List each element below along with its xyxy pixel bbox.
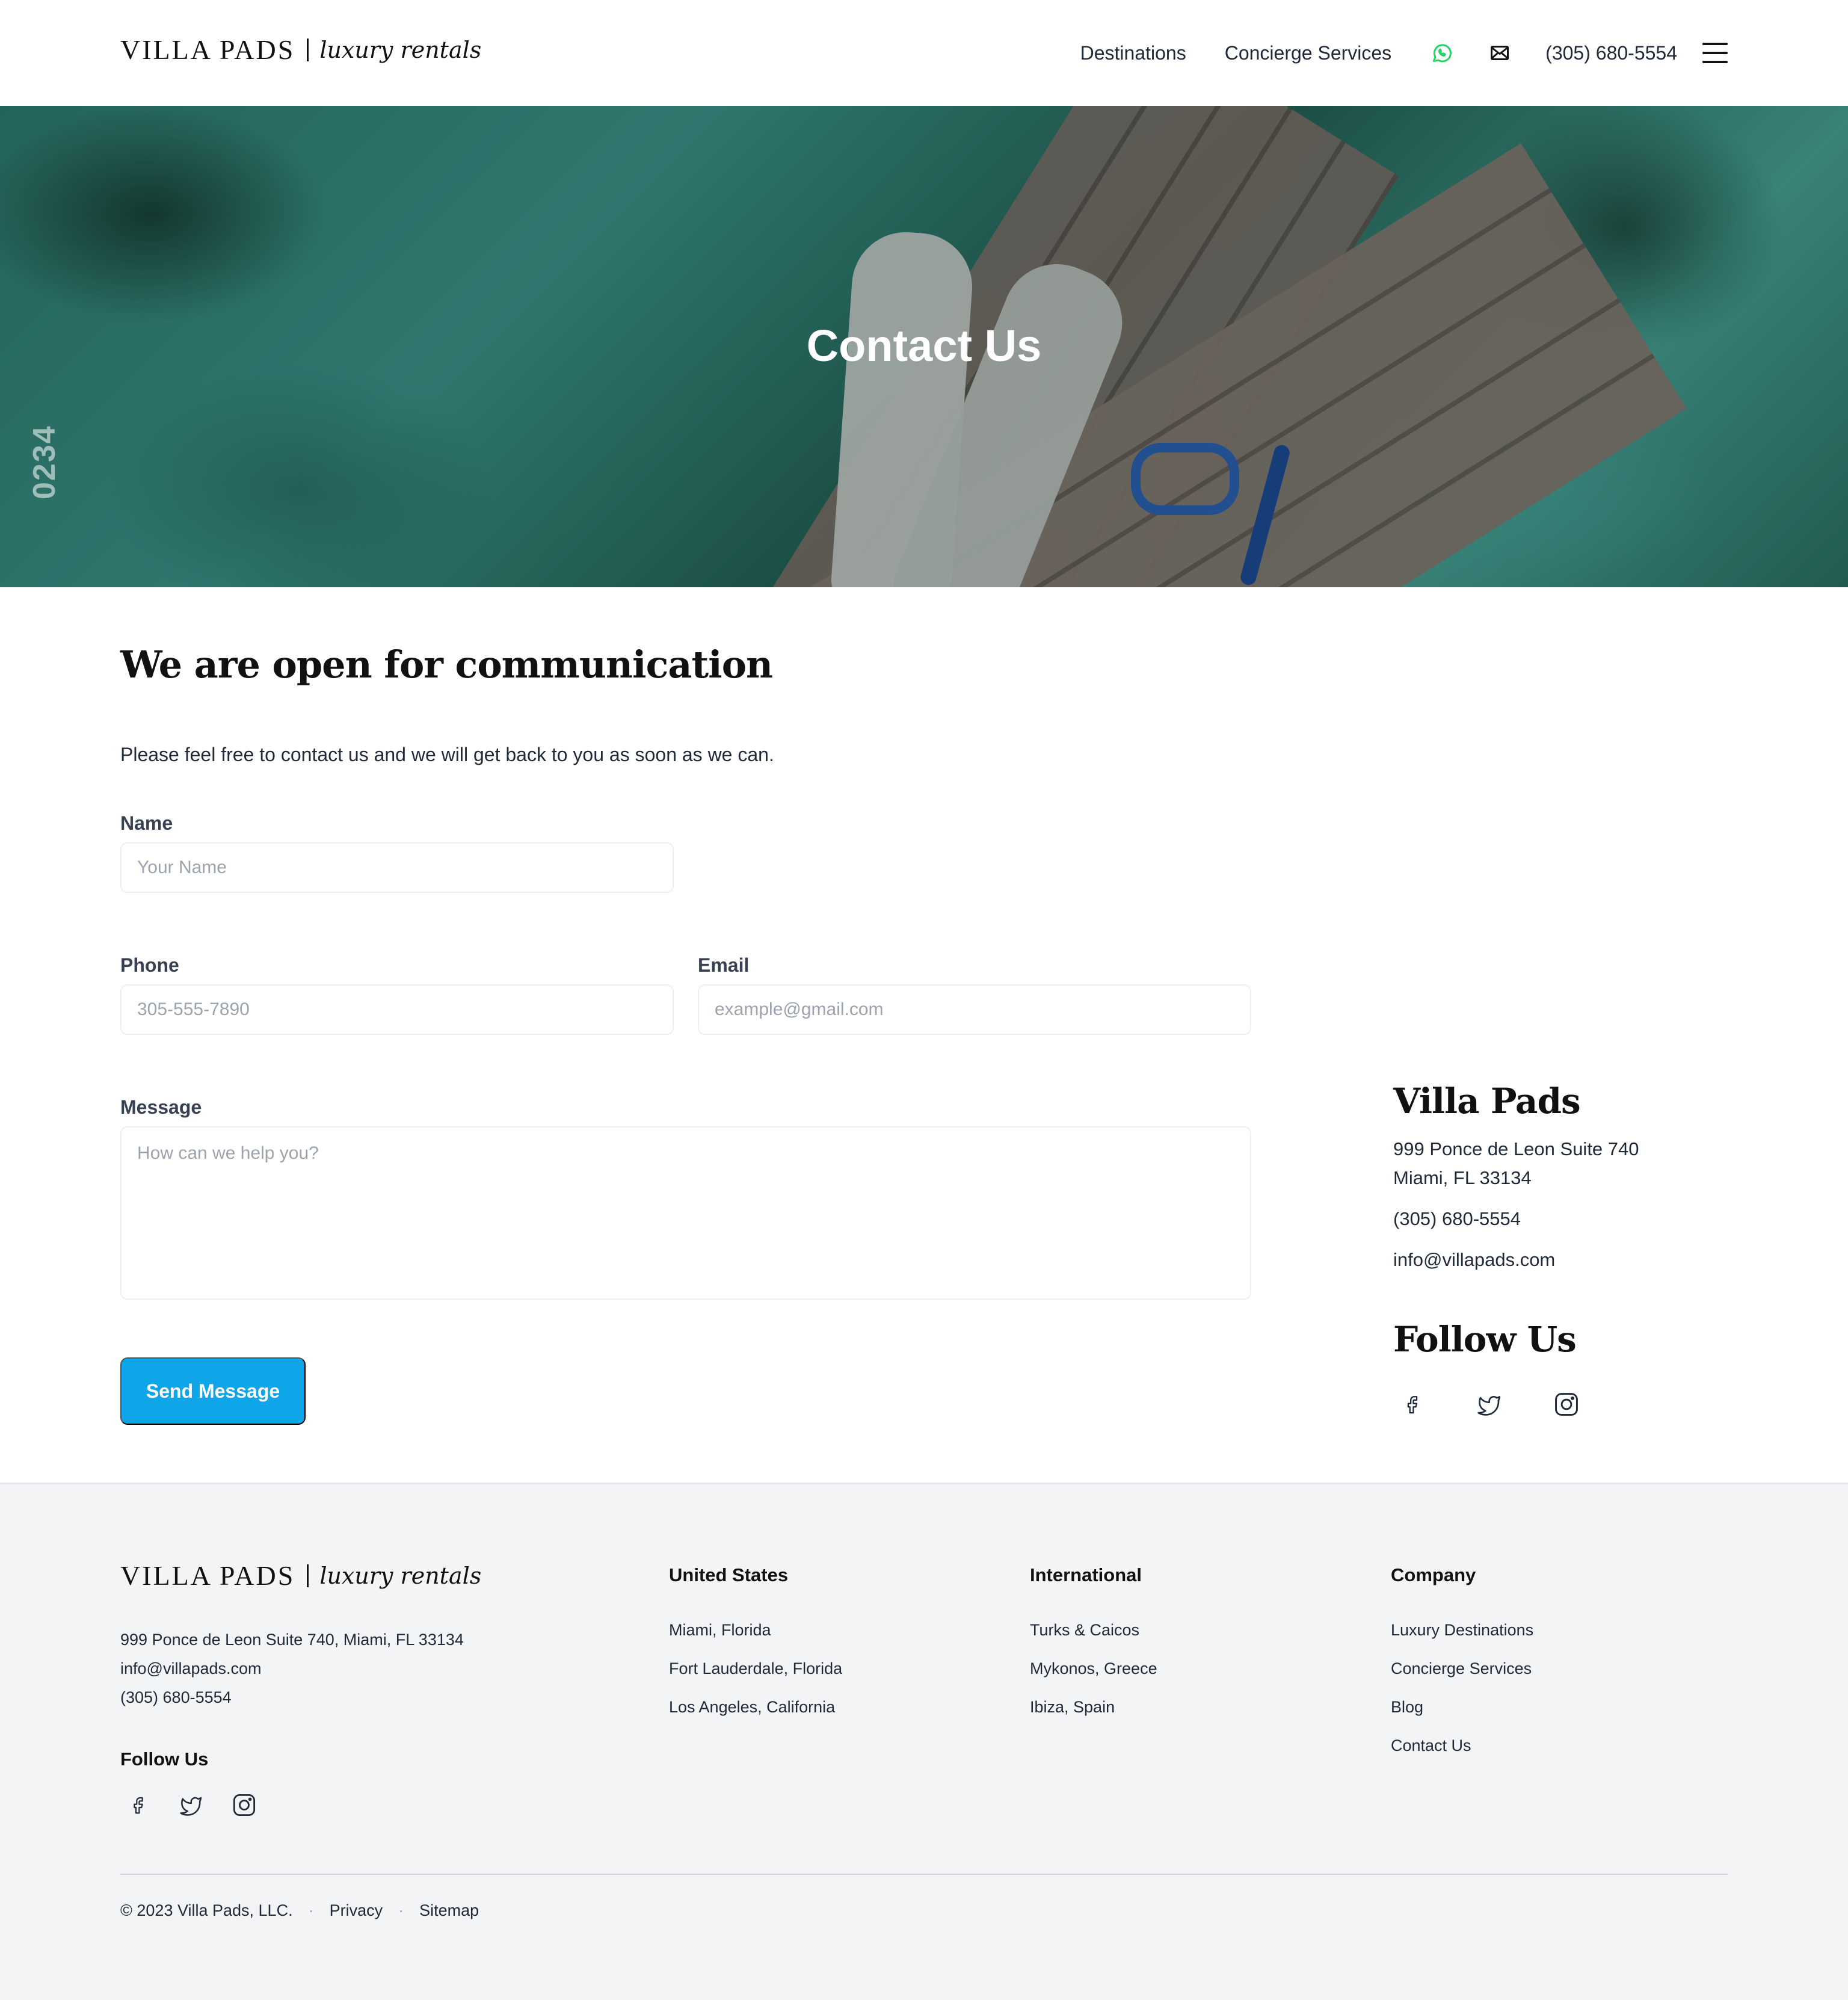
footer-logo[interactable]: VILLA PADS luxury rentals (120, 1560, 481, 1591)
footer-link-turks-caicos[interactable]: Turks & Caicos (1030, 1621, 1139, 1640)
name-field[interactable]: Your Name (120, 842, 674, 893)
phone-field[interactable]: 305-555-7890 (120, 984, 674, 1035)
footer-logo-tagline: luxury rentals (319, 1562, 482, 1589)
sitemap-link[interactable]: Sitemap (419, 1901, 479, 1920)
main-nav: Destinations Concierge Services (305) 68… (1080, 35, 1728, 71)
copyright-text: © 2023 Villa Pads, LLC. (120, 1901, 293, 1919)
instagram-icon[interactable] (1552, 1390, 1581, 1419)
footer-email-link[interactable]: info@villapads.com (120, 1659, 262, 1678)
footer-col-company-heading: Company (1391, 1564, 1476, 1585)
footer-link-miami[interactable]: Miami, Florida (669, 1621, 771, 1640)
privacy-link[interactable]: Privacy (330, 1901, 383, 1920)
name-label: Name (120, 812, 173, 834)
footer-col-us-heading: United States (669, 1564, 789, 1585)
email-field[interactable]: example@gmail.com (698, 984, 1251, 1035)
hamburger-menu-icon[interactable] (1702, 43, 1728, 63)
site-logo[interactable]: VILLA PADS luxury rentals (120, 34, 481, 66)
footer-phone-link[interactable]: (305) 680-5554 (120, 1688, 232, 1707)
footer-address: 999 Ponce de Leon Suite 740, Miami, FL 3… (120, 1631, 464, 1649)
footer-logo-wordmark: VILLA PADS (120, 1560, 295, 1591)
whatsapp-icon[interactable] (1430, 41, 1454, 65)
separator-dot: · (308, 1901, 314, 1919)
section-heading: We are open for communication (120, 643, 773, 687)
email-label: Email (698, 954, 750, 976)
intro-text: Please feel free to contact us and we wi… (120, 744, 774, 765)
footer-link-ibiza[interactable]: Ibiza, Spain (1030, 1698, 1115, 1717)
logo-divider (307, 38, 309, 61)
company-name: Villa Pads (1393, 1081, 1581, 1122)
twitter-icon[interactable] (1475, 1390, 1504, 1419)
footer-logo-divider (307, 1564, 309, 1587)
logo-tagline: luxury rentals (319, 36, 482, 63)
nav-destinations[interactable]: Destinations (1080, 42, 1186, 64)
footer-instagram-icon[interactable] (230, 1791, 259, 1819)
logo-wordmark: VILLA PADS (120, 34, 295, 65)
sidebar-social-links (1398, 1390, 1581, 1419)
footer-link-blog[interactable]: Blog (1391, 1698, 1423, 1717)
footer-bottom-bar: © 2023 Villa Pads, LLC. · Privacy · Site… (120, 1901, 479, 1920)
facebook-icon[interactable] (1398, 1390, 1427, 1419)
footer-link-mykonos[interactable]: Mykonos, Greece (1030, 1659, 1157, 1678)
page-title: Contact Us (806, 321, 1042, 371)
footer-link-luxury-destinations[interactable]: Luxury Destinations (1391, 1621, 1533, 1640)
header-phone-link[interactable]: (305) 680-5554 (1545, 42, 1677, 64)
message-label: Message (120, 1096, 202, 1118)
site-header: VILLA PADS luxury rentals Destinations C… (0, 0, 1848, 106)
separator-dot: · (398, 1901, 404, 1919)
address-line1: 999 Ponce de Leon Suite 740 (1393, 1138, 1639, 1159)
hero-watermark: 0234 (27, 425, 62, 499)
footer-facebook-icon[interactable] (124, 1791, 153, 1819)
footer-follow-heading: Follow Us (120, 1748, 209, 1770)
message-textarea[interactable]: How can we help you? (120, 1126, 1251, 1300)
footer-link-los-angeles[interactable]: Los Angeles, California (669, 1698, 835, 1717)
footer-divider (120, 1874, 1728, 1875)
sidebar-email-link[interactable]: info@villapads.com (1393, 1245, 1555, 1274)
follow-us-heading: Follow Us (1393, 1319, 1577, 1360)
footer-link-contact-us[interactable]: Contact Us (1391, 1736, 1471, 1755)
footer-col-intl-heading: International (1030, 1564, 1142, 1585)
address-line2: Miami, FL 33134 (1393, 1167, 1532, 1188)
footer-twitter-icon[interactable] (177, 1791, 206, 1819)
footer-link-fort-lauderdale[interactable]: Fort Lauderdale, Florida (669, 1659, 842, 1678)
phone-label: Phone (120, 954, 179, 976)
footer-social-links (124, 1791, 259, 1819)
nav-concierge-services[interactable]: Concierge Services (1225, 42, 1391, 64)
send-message-button[interactable]: Send Message (120, 1357, 306, 1425)
mail-icon[interactable] (1488, 41, 1512, 65)
sidebar-phone-link[interactable]: (305) 680-5554 (1393, 1205, 1521, 1233)
footer-link-concierge-services[interactable]: Concierge Services (1391, 1659, 1532, 1678)
